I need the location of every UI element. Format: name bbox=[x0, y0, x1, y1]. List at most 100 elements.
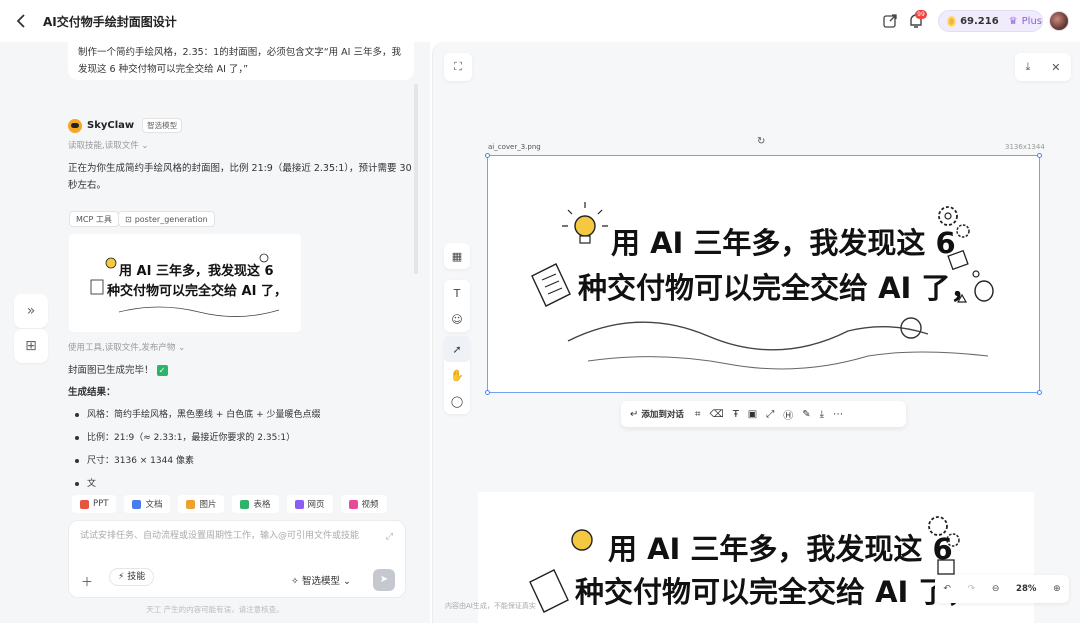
page-title: AI交付物手绘封面图设计 bbox=[43, 15, 177, 29]
add-to-chat-button[interactable]: 添加到对话 bbox=[641, 408, 684, 420]
chip-doc[interactable]: 文档 bbox=[124, 495, 171, 513]
tool-tag-poster: ⊡ poster_generation bbox=[118, 211, 215, 227]
read-status-label: 读取技能,读取文件 bbox=[68, 141, 139, 151]
skill-label: 技能 bbox=[127, 572, 146, 582]
chevron-down-icon: ⌄ bbox=[141, 141, 149, 151]
result-label: 风格： bbox=[87, 410, 115, 420]
ai-content-note: 内容由AI生成，不能保证真实 bbox=[445, 602, 536, 610]
text-edit-icon[interactable]: Ŧ bbox=[733, 409, 739, 420]
resize-handle[interactable] bbox=[485, 390, 490, 395]
redo-icon[interactable]: ↷ bbox=[968, 584, 976, 594]
more-icon[interactable]: ⋯ bbox=[833, 409, 843, 420]
preview-actions: ⤓ ✕ bbox=[1015, 53, 1071, 81]
plus-square-icon: ⊞ bbox=[25, 338, 37, 354]
crown-icon: ♛ bbox=[1008, 15, 1018, 27]
image-replace-icon[interactable]: ▣ bbox=[748, 409, 757, 420]
chip-sheet[interactable]: 表格 bbox=[232, 495, 279, 513]
credits-badge[interactable]: 69.216 ♛ Plus bbox=[938, 10, 1043, 32]
chip-label: 表格 bbox=[253, 500, 271, 510]
download-icon[interactable]: ⤓ bbox=[1025, 60, 1030, 74]
edit-tools: T ☺ bbox=[444, 280, 470, 332]
sparkle-icon: ✧ bbox=[291, 576, 299, 587]
share-icon[interactable] bbox=[882, 13, 898, 29]
result-value: 3136 × 1344 像素 bbox=[114, 456, 194, 466]
disclaimer: 天工 产生的内容可能有误，请注意核查。 bbox=[146, 605, 284, 614]
notification-badge: 99 bbox=[915, 10, 927, 19]
fullscreen-button[interactable]: ⛶ bbox=[444, 53, 472, 81]
result-item: 风格：简约手绘风格，黑色墨线 + 白色底 + 少量暖色点缀 bbox=[75, 407, 321, 420]
cover2-line-1: 用 AI 三年多，我发现这 6 bbox=[608, 532, 953, 566]
avatar[interactable] bbox=[1049, 11, 1069, 31]
resize-handle[interactable] bbox=[1037, 153, 1042, 158]
comment-tool-icon[interactable]: ◯ bbox=[444, 388, 470, 414]
layers-tool[interactable]: ▦ bbox=[444, 243, 470, 269]
tool-tag-label: poster_generation bbox=[134, 215, 208, 224]
selected-image-frame[interactable]: 用 AI 三年多，我发现这 6 种交付物可以完全交给 AI 了， bbox=[487, 155, 1040, 393]
eraser-icon[interactable]: ⌫ bbox=[710, 409, 724, 420]
skill-button[interactable]: ⚡ 技能 bbox=[109, 568, 155, 586]
result-item: 尺寸：3136 × 1344 像素 bbox=[75, 453, 194, 466]
chip-label: 视频 bbox=[361, 500, 379, 510]
read-status[interactable]: 读取技能,读取文件 ⌄ bbox=[68, 139, 149, 151]
plan-label: Plus bbox=[1021, 15, 1042, 27]
resize-handle[interactable] bbox=[1037, 390, 1042, 395]
gear-icon bbox=[259, 253, 269, 263]
document-icon bbox=[531, 263, 571, 307]
composer-input[interactable]: 试试安排任务、自动流程或设置周期性工作，输入@可引用文件或技能 bbox=[80, 529, 380, 545]
send-icon: ➤ bbox=[379, 574, 389, 585]
zoom-out-icon[interactable]: ⊖ bbox=[992, 584, 1000, 594]
expand-sidebar-button[interactable]: » bbox=[14, 294, 48, 328]
add-attachment-button[interactable]: ＋ bbox=[81, 573, 93, 590]
send-button[interactable]: ➤ bbox=[373, 569, 395, 591]
cover-art-2: 用 AI 三年多，我发现这 6 种交付物可以完全交给 AI 了， bbox=[529, 516, 976, 613]
undo-icon[interactable]: ↶ bbox=[943, 584, 951, 594]
new-chat-button[interactable]: ⊞ bbox=[14, 329, 48, 363]
cursor-tool-icon[interactable]: ➚ bbox=[444, 336, 470, 362]
used-tools-label: 使用工具,读取文件,发布产物 bbox=[68, 343, 176, 353]
user-message: 制作一个简约手绘风格，2.35：1的封面图，必须包含文字“用 AI 三年多，我发… bbox=[68, 42, 414, 80]
quick-chips: PPT 文档 图片 表格 网页 视频 bbox=[72, 495, 387, 513]
sheet-icon bbox=[240, 499, 250, 509]
web-icon bbox=[294, 499, 304, 509]
canvas-dimensions: 3136x1344 bbox=[1005, 143, 1045, 151]
download-icon[interactable]: ⤓ bbox=[820, 409, 824, 420]
result-label: 文 bbox=[87, 479, 97, 489]
chip-web[interactable]: 网页 bbox=[286, 495, 333, 513]
second-image-preview[interactable]: 用 AI 三年多，我发现这 6 种交付物可以完全交给 AI 了， bbox=[478, 492, 1034, 623]
chevron-down-icon: ⌄ bbox=[343, 576, 352, 587]
rotate-icon[interactable]: ↻ bbox=[757, 136, 765, 147]
result-item: 比例：21:9（≈ 2.33:1，最接近你要求的 2.35:1） bbox=[75, 430, 295, 443]
back-button[interactable] bbox=[12, 12, 30, 30]
brush-icon[interactable]: ✎ bbox=[802, 409, 810, 420]
scribble-line bbox=[118, 306, 280, 317]
expand-image-icon[interactable]: ⤢ bbox=[766, 409, 774, 420]
thumb-line-1: 用 AI 三年多，我发现这 6 bbox=[118, 263, 274, 279]
done-message: 封面图已生成完毕！ ✓ bbox=[68, 362, 413, 379]
close-icon[interactable]: ✕ bbox=[1051, 61, 1060, 74]
composer[interactable]: 试试安排任务、自动流程或设置周期性工作，输入@可引用文件或技能 ⤢ ＋ ⚡ 技能… bbox=[68, 520, 406, 598]
scrollbar[interactable] bbox=[414, 84, 418, 274]
cover-line-1: 用 AI 三年多，我发现这 6 bbox=[611, 226, 956, 260]
hand-tool-icon[interactable]: ✋ bbox=[444, 362, 470, 388]
cover-thumbnail[interactable]: 用 AI 三年多，我发现这 6 种交付物可以完全交给 AI 了， bbox=[69, 234, 301, 332]
text-tool-icon[interactable]: T bbox=[444, 280, 470, 306]
cover-line-2: 种交付物可以完全交给 AI 了， bbox=[578, 271, 979, 305]
resize-handle[interactable] bbox=[485, 153, 490, 158]
chip-video[interactable]: 视频 bbox=[340, 495, 387, 513]
used-tools-status[interactable]: 使用工具,读取文件,发布产物 ⌄ bbox=[68, 341, 185, 353]
zoom-level[interactable]: 28% bbox=[1016, 584, 1036, 594]
thumb-line-2: 种交付物可以完全交给 AI 了， bbox=[106, 283, 287, 299]
chevron-left-icon bbox=[16, 14, 25, 28]
chip-ppt[interactable]: PPT bbox=[72, 495, 117, 513]
double-chevron-right-icon: » bbox=[26, 303, 36, 319]
expand-icon[interactable]: ⤢ bbox=[386, 532, 393, 542]
bulb-icon bbox=[105, 257, 117, 269]
crop-icon[interactable]: ⌗ bbox=[695, 409, 701, 420]
chip-image[interactable]: 图片 bbox=[178, 495, 225, 513]
sticker-tool-icon[interactable]: ☺ bbox=[444, 306, 470, 332]
hd-icon[interactable]: Ⓗ bbox=[783, 407, 793, 422]
zoom-in-icon[interactable]: ⊕ bbox=[1053, 584, 1061, 594]
zoom-controls: ↶ ↷ ⊖ 28% ⊕ bbox=[935, 575, 1069, 603]
lightbulb-icon bbox=[571, 529, 593, 551]
model-select[interactable]: ✧ 智选模型 ⌄ bbox=[291, 573, 351, 587]
